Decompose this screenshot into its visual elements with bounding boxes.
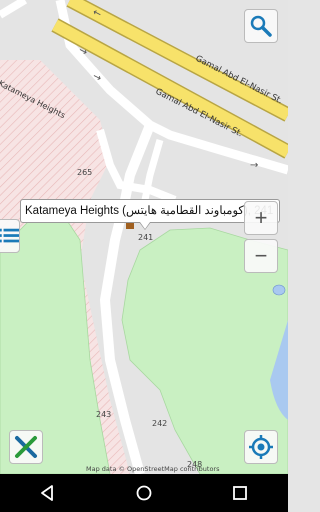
poi-marker[interactable] [126, 223, 134, 229]
close-icon [15, 436, 37, 458]
locate-icon [249, 435, 273, 459]
zoom-out-button[interactable]: − [244, 239, 278, 273]
svg-text:→: → [250, 160, 258, 171]
recents-icon[interactable] [231, 484, 249, 502]
place-callout[interactable]: Katameya Heights (كومباوند القطامية هايت… [20, 199, 280, 223]
poi-number: 242 [152, 419, 167, 428]
list-button[interactable] [0, 219, 20, 253]
search-button[interactable] [244, 9, 278, 43]
attribution-text: Map data © OpenStreetMap contributors [86, 465, 220, 473]
pond [272, 284, 286, 296]
search-icon [250, 15, 272, 37]
close-button[interactable] [9, 430, 43, 464]
poi-number: 243 [96, 410, 111, 419]
map-canvas[interactable]: ← → → → Gamal Abd El-Nasir St. Gamal Abd… [0, 0, 288, 474]
zoom-in-button[interactable]: + [244, 201, 278, 235]
system-nav-bar [0, 474, 288, 512]
poi-number: 241 [138, 233, 153, 242]
home-icon[interactable] [135, 484, 153, 502]
list-icon [0, 228, 19, 243]
locate-button[interactable] [244, 430, 278, 464]
back-icon[interactable] [39, 484, 57, 502]
poi-number: 265 [77, 168, 92, 177]
callout-tip-inner [140, 222, 150, 229]
